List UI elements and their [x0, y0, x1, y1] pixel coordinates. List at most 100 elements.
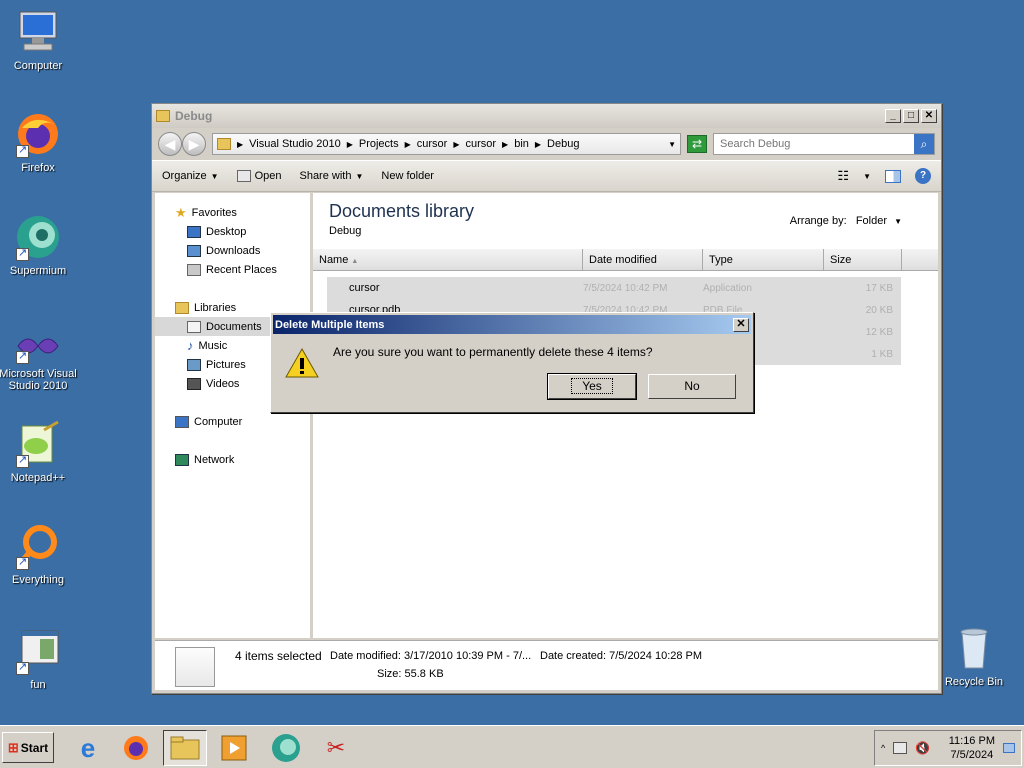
- network-icon[interactable]: [893, 742, 908, 754]
- close-button[interactable]: ✕: [921, 109, 937, 123]
- forward-button[interactable]: ▶: [182, 132, 206, 156]
- no-label: No: [684, 379, 700, 393]
- desktop-icon-label: Supermium: [9, 265, 67, 277]
- column-type[interactable]: Type: [703, 249, 824, 270]
- table-row[interactable]: cursor 7/5/2024 10:42 PM Application 17 …: [327, 277, 901, 299]
- chevron-down-icon[interactable]: ▼: [894, 217, 902, 226]
- address-bar[interactable]: ▶ Visual Studio 2010 ▶ Projects ▶ cursor…: [212, 133, 681, 155]
- clock-time: 11:16 PM: [948, 735, 995, 747]
- taskbar-media-player[interactable]: [212, 730, 256, 766]
- maximize-button[interactable]: □: [903, 109, 919, 123]
- file-size: 1 KB: [871, 348, 893, 360]
- network-icon: [175, 453, 189, 466]
- open-button[interactable]: Open: [236, 170, 281, 182]
- yes-button[interactable]: Yes: [547, 373, 637, 400]
- column-headers: Name ▲ Date modified Type Size: [313, 249, 938, 271]
- view-options-icon[interactable]: ☷: [837, 168, 849, 184]
- search-icon[interactable]: ⌕: [914, 134, 934, 154]
- arrange-by[interactable]: Arrange by: Folder ▼: [790, 215, 902, 227]
- breadcrumb-item[interactable]: Projects: [359, 138, 399, 150]
- nav-computer[interactable]: Computer: [155, 412, 310, 431]
- show-desktop-icon[interactable]: [1003, 743, 1015, 753]
- share-label: Share with: [299, 170, 352, 182]
- refresh-button[interactable]: ⇄: [687, 135, 707, 153]
- desktop-icon-fun[interactable]: fun: [0, 627, 78, 691]
- column-date[interactable]: Date modified: [583, 249, 703, 270]
- minimize-button[interactable]: _: [885, 109, 901, 123]
- new-folder-button[interactable]: New folder: [381, 170, 434, 182]
- dialog-close-button[interactable]: ✕: [733, 317, 749, 332]
- nav-recent-places[interactable]: Recent Places: [155, 260, 310, 279]
- desktop-icon-computer[interactable]: Computer: [0, 8, 78, 72]
- column-size[interactable]: Size: [824, 249, 902, 270]
- search-input[interactable]: [714, 134, 914, 154]
- clock[interactable]: 11:16 PM 7/5/2024: [949, 734, 995, 762]
- shortcut-arrow-icon: [16, 349, 29, 364]
- downloads-icon: [187, 244, 201, 257]
- help-icon[interactable]: ?: [915, 168, 931, 184]
- chevron-right-icon[interactable]: ▶: [502, 140, 508, 149]
- share-with-button[interactable]: Share with ▼: [299, 170, 363, 182]
- dialog-titlebar[interactable]: Delete Multiple Items ✕: [273, 315, 751, 334]
- desktop-icon-notepadpp[interactable]: Notepad++: [0, 420, 78, 484]
- desktop-icon-everything[interactable]: Everything: [0, 522, 78, 586]
- column-label: Date modified: [589, 254, 657, 266]
- organize-button[interactable]: Organize ▼: [162, 170, 219, 182]
- selection-count: 4 items selected: [235, 649, 322, 663]
- breadcrumb-item[interactable]: Visual Studio 2010: [249, 138, 341, 150]
- breadcrumb-item[interactable]: cursor: [465, 138, 496, 150]
- computer-icon: [14, 8, 62, 56]
- file-size: 12 KB: [865, 326, 893, 338]
- chevron-right-icon[interactable]: ▶: [535, 140, 541, 149]
- desktop-icon-visual-studio[interactable]: Microsoft Visual Studio 2010: [0, 328, 78, 392]
- chevron-down-icon[interactable]: ▼: [668, 140, 676, 149]
- navigation-pane: ★ Favorites Desktop Downloads Recent Pla…: [155, 193, 313, 638]
- desktop-icon-firefox[interactable]: Firefox: [0, 110, 78, 174]
- media-player-icon: [221, 735, 247, 761]
- internet-explorer-icon: e: [80, 732, 96, 763]
- window-title: Debug: [175, 109, 213, 123]
- pictures-icon: [187, 358, 201, 371]
- back-button[interactable]: ◀: [158, 132, 182, 156]
- volume-muted-icon[interactable]: 🔇: [915, 741, 930, 755]
- delete-confirm-dialog: Delete Multiple Items ✕ Are you sure you…: [270, 312, 754, 413]
- no-button[interactable]: No: [648, 374, 736, 399]
- taskbar-ie[interactable]: e: [66, 730, 110, 766]
- search-box[interactable]: ⌕: [713, 133, 935, 155]
- file-name: cursor: [349, 282, 380, 294]
- desktop-icon: [187, 225, 201, 238]
- nav-network[interactable]: Network: [155, 450, 310, 469]
- breadcrumb-item[interactable]: bin: [514, 138, 529, 150]
- nav-downloads[interactable]: Downloads: [155, 241, 310, 260]
- taskbar: ⊞ Start e ✂ ^ 🔇 11:16 PM 7/5/2024: [0, 725, 1024, 768]
- desktop-icon-supermium[interactable]: Supermium: [0, 213, 78, 277]
- chevron-down-icon[interactable]: ▼: [863, 172, 871, 181]
- nav-desktop[interactable]: Desktop: [155, 222, 310, 241]
- taskbar-explorer[interactable]: [163, 730, 207, 766]
- chevron-right-icon[interactable]: ▶: [347, 140, 353, 149]
- arrange-value[interactable]: Folder: [856, 215, 887, 227]
- show-hidden-icons-button[interactable]: ^: [881, 743, 885, 753]
- nav-label: Computer: [194, 415, 243, 428]
- chevron-right-icon[interactable]: ▶: [405, 140, 411, 149]
- chevron-right-icon[interactable]: ▶: [237, 140, 243, 149]
- taskbar-firefox[interactable]: [114, 730, 158, 766]
- taskbar-supermium[interactable]: [264, 730, 308, 766]
- window-body: ★ Favorites Desktop Downloads Recent Pla…: [155, 193, 938, 638]
- column-name[interactable]: Name ▲: [313, 249, 583, 270]
- desktop-icon-label: Microsoft Visual Studio 2010: [0, 368, 77, 392]
- breadcrumb-item[interactable]: Debug: [547, 138, 579, 150]
- nav-favorites[interactable]: ★ Favorites: [155, 203, 310, 222]
- desktop-icon-label: fun: [30, 679, 46, 691]
- taskbar-snipping-tool[interactable]: ✂: [314, 730, 358, 766]
- firefox-icon: [14, 110, 62, 158]
- start-button[interactable]: ⊞ Start: [2, 732, 54, 763]
- chevron-right-icon[interactable]: ▶: [453, 140, 459, 149]
- preview-pane-icon[interactable]: [885, 169, 901, 183]
- new-folder-label: New folder: [381, 170, 434, 182]
- window-titlebar[interactable]: Debug _ □ ✕: [152, 104, 941, 128]
- desktop-icon-recycle-bin[interactable]: Recycle Bin: [934, 624, 1014, 688]
- shortcut-arrow-icon: [16, 453, 29, 468]
- breadcrumb-item[interactable]: cursor: [417, 138, 448, 150]
- arrange-label: Arrange by:: [789, 215, 847, 227]
